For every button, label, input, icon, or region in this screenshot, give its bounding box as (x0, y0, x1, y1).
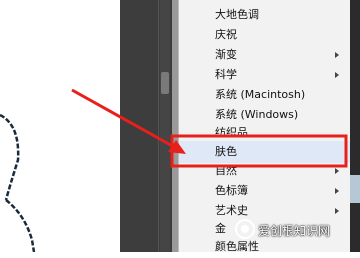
menu-item-label: 自然 (215, 164, 237, 177)
menu-item-color-books[interactable]: 色标簿 (179, 180, 351, 202)
watermark-logo-icon (235, 219, 255, 239)
document-canvas (0, 0, 120, 253)
panel-scrollbar[interactable] (160, 0, 170, 252)
menu-item-celebration[interactable]: 庆祝 (179, 24, 351, 46)
menu-item-color-properties[interactable]: 颜色属性 (179, 236, 351, 258)
menu-item-system-mac[interactable]: 系统 (Macintosh) (179, 84, 351, 106)
menu-item-label: 渐变 (215, 48, 237, 61)
menu-item-earthtone[interactable]: 大地色调 (179, 4, 351, 26)
canvas-shape-outline (0, 113, 36, 253)
menu-item-label: 科学 (215, 68, 237, 81)
watermark-text: 爱创根知识网 (258, 224, 331, 238)
color-swatch (350, 175, 360, 203)
submenu-arrow-icon (335, 168, 339, 174)
menu-item-label: 色标簿 (215, 184, 248, 197)
menu-item-label: 庆祝 (215, 28, 237, 41)
swatch-library-menu: 大地色调 庆祝 渐变 科学 系统 (Macintosh) 系统 (Windows… (178, 0, 351, 253)
menu-item-label: 大地色调 (215, 8, 259, 21)
menu-item-nature[interactable]: 自然 (179, 160, 351, 182)
panel-divider (158, 0, 159, 252)
right-panel-edge (350, 0, 360, 252)
menu-item-label: 系统 (Macintosh) (215, 88, 306, 101)
scrollbar-thumb[interactable] (161, 72, 169, 94)
menu-item-gradients[interactable]: 渐变 (179, 44, 351, 66)
submenu-arrow-icon (335, 72, 339, 78)
submenu-arrow-icon (335, 52, 339, 58)
submenu-arrow-icon (335, 208, 339, 214)
submenu-arrow-icon (335, 188, 339, 194)
menu-item-science[interactable]: 科学 (179, 64, 351, 86)
